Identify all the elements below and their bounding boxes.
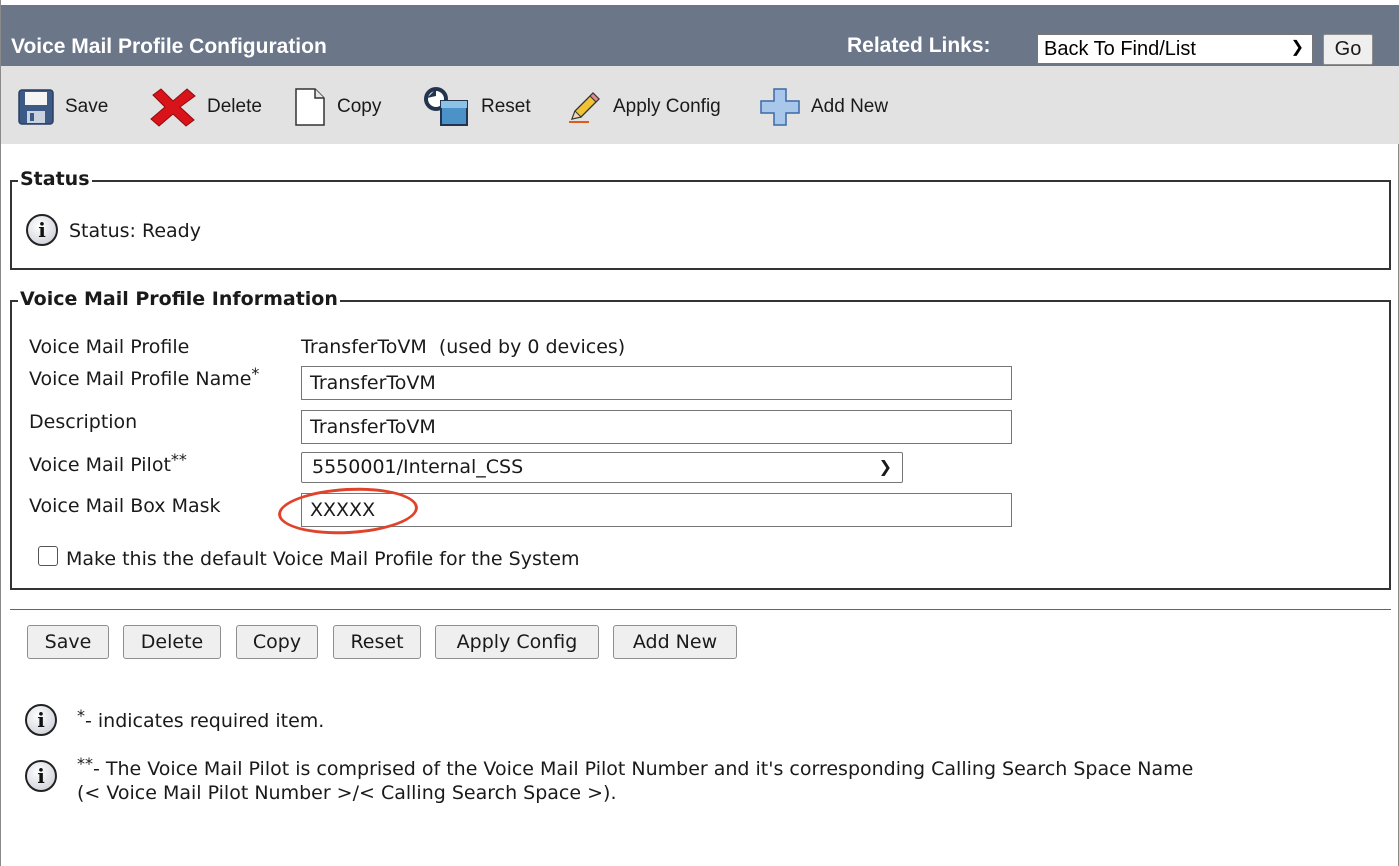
pilot-footnote-line2: (< Voice Mail Pilot Number >/< Calling S…	[77, 782, 617, 804]
toolbar-save-label: Save	[65, 96, 109, 117]
profile-info-section: Voice Mail Profile Information	[10, 288, 1391, 590]
toolbar-apply-config-button[interactable]: Apply Config	[567, 88, 721, 126]
profile-label: Voice Mail Profile	[29, 336, 190, 358]
profile-name-label: Voice Mail Profile Name*	[29, 364, 259, 390]
profile-name-label-text: Voice Mail Profile Name	[29, 368, 252, 390]
section-divider	[10, 609, 1391, 610]
required-footnote: *- indicates required item.	[77, 706, 325, 732]
go-button[interactable]: Go	[1323, 34, 1373, 65]
pilot-selected-value: 5550001/Internal_CSS	[312, 456, 524, 478]
reset-icon	[424, 87, 468, 126]
plus-icon	[760, 88, 800, 126]
add-new-button[interactable]: Add New	[613, 625, 737, 659]
related-links-select[interactable]: Back To Find/List ❯	[1037, 34, 1313, 64]
profile-name-input[interactable]: TransferToVM	[301, 366, 1012, 400]
footnote-double-star: **	[77, 754, 93, 773]
info-icon: i	[25, 704, 57, 736]
toolbar-reset-button[interactable]: Reset	[421, 87, 531, 126]
related-links-selected: Back To Find/List	[1044, 38, 1196, 60]
pencil-icon	[569, 92, 600, 123]
toolbar-delete-label: Delete	[207, 96, 262, 117]
chevron-down-icon: ❯	[1290, 39, 1304, 56]
default-profile-checkbox-label: Make this the default Voice Mail Profile…	[66, 548, 580, 570]
description-label: Description	[29, 411, 138, 433]
info-icon: i	[25, 760, 57, 792]
footnote-pilot-text: - The Voice Mail Pilot is comprised of t…	[93, 758, 1194, 780]
toolbar-add-new-label: Add New	[811, 96, 889, 117]
reset-button[interactable]: Reset	[333, 625, 421, 659]
apply-config-button[interactable]: Apply Config	[435, 625, 599, 659]
toolbar-apply-config-label: Apply Config	[613, 96, 721, 117]
toolbar-add-new-button[interactable]: Add New	[759, 88, 888, 126]
toolbar-copy-label: Copy	[337, 96, 382, 117]
pilot-footnote-line1: **- The Voice Mail Pilot is comprised of…	[77, 754, 1194, 780]
status-legend: Status	[18, 168, 92, 190]
floppy-disk-icon	[18, 89, 54, 125]
default-profile-checkbox[interactable]	[38, 546, 58, 566]
save-button[interactable]: Save	[27, 625, 109, 659]
page-title: Voice Mail Profile Configuration	[11, 35, 327, 58]
delete-button[interactable]: Delete	[123, 625, 221, 659]
required-marker: *	[251, 364, 260, 383]
profile-info-legend: Voice Mail Profile Information	[18, 288, 340, 310]
info-icon: i	[26, 214, 58, 246]
delete-x-icon	[150, 88, 196, 127]
toolbar-save-button[interactable]: Save	[17, 88, 108, 126]
status-section: Status i Status: Ready	[10, 168, 1391, 270]
pilot-select[interactable]: 5550001/Internal_CSS ❯	[301, 452, 903, 483]
pilot-label-text: Voice Mail Pilot	[29, 454, 171, 476]
mask-label: Voice Mail Box Mask	[29, 495, 221, 517]
toolbar-reset-label: Reset	[481, 96, 531, 117]
page-frame: Voice Mail Profile Configuration Related…	[0, 0, 1399, 866]
copy-button[interactable]: Copy	[236, 625, 318, 659]
chevron-down-icon: ❯	[878, 457, 892, 476]
pilot-required-marker: **	[170, 450, 187, 469]
toolbar-delete-button[interactable]: Delete	[149, 88, 262, 127]
profile-value: TransferToVM (used by 0 devices)	[301, 336, 626, 358]
description-input[interactable]: TransferToVM	[301, 410, 1012, 444]
related-links-label: Related Links:	[847, 34, 991, 57]
toolbar-copy-button[interactable]: Copy	[293, 88, 381, 126]
footnote-star: *	[77, 706, 85, 725]
pilot-label: Voice Mail Pilot**	[29, 450, 187, 476]
footnote-required-text: - indicates required item.	[85, 710, 325, 732]
copy-document-icon	[295, 88, 325, 126]
status-text: Status: Ready	[69, 220, 201, 242]
